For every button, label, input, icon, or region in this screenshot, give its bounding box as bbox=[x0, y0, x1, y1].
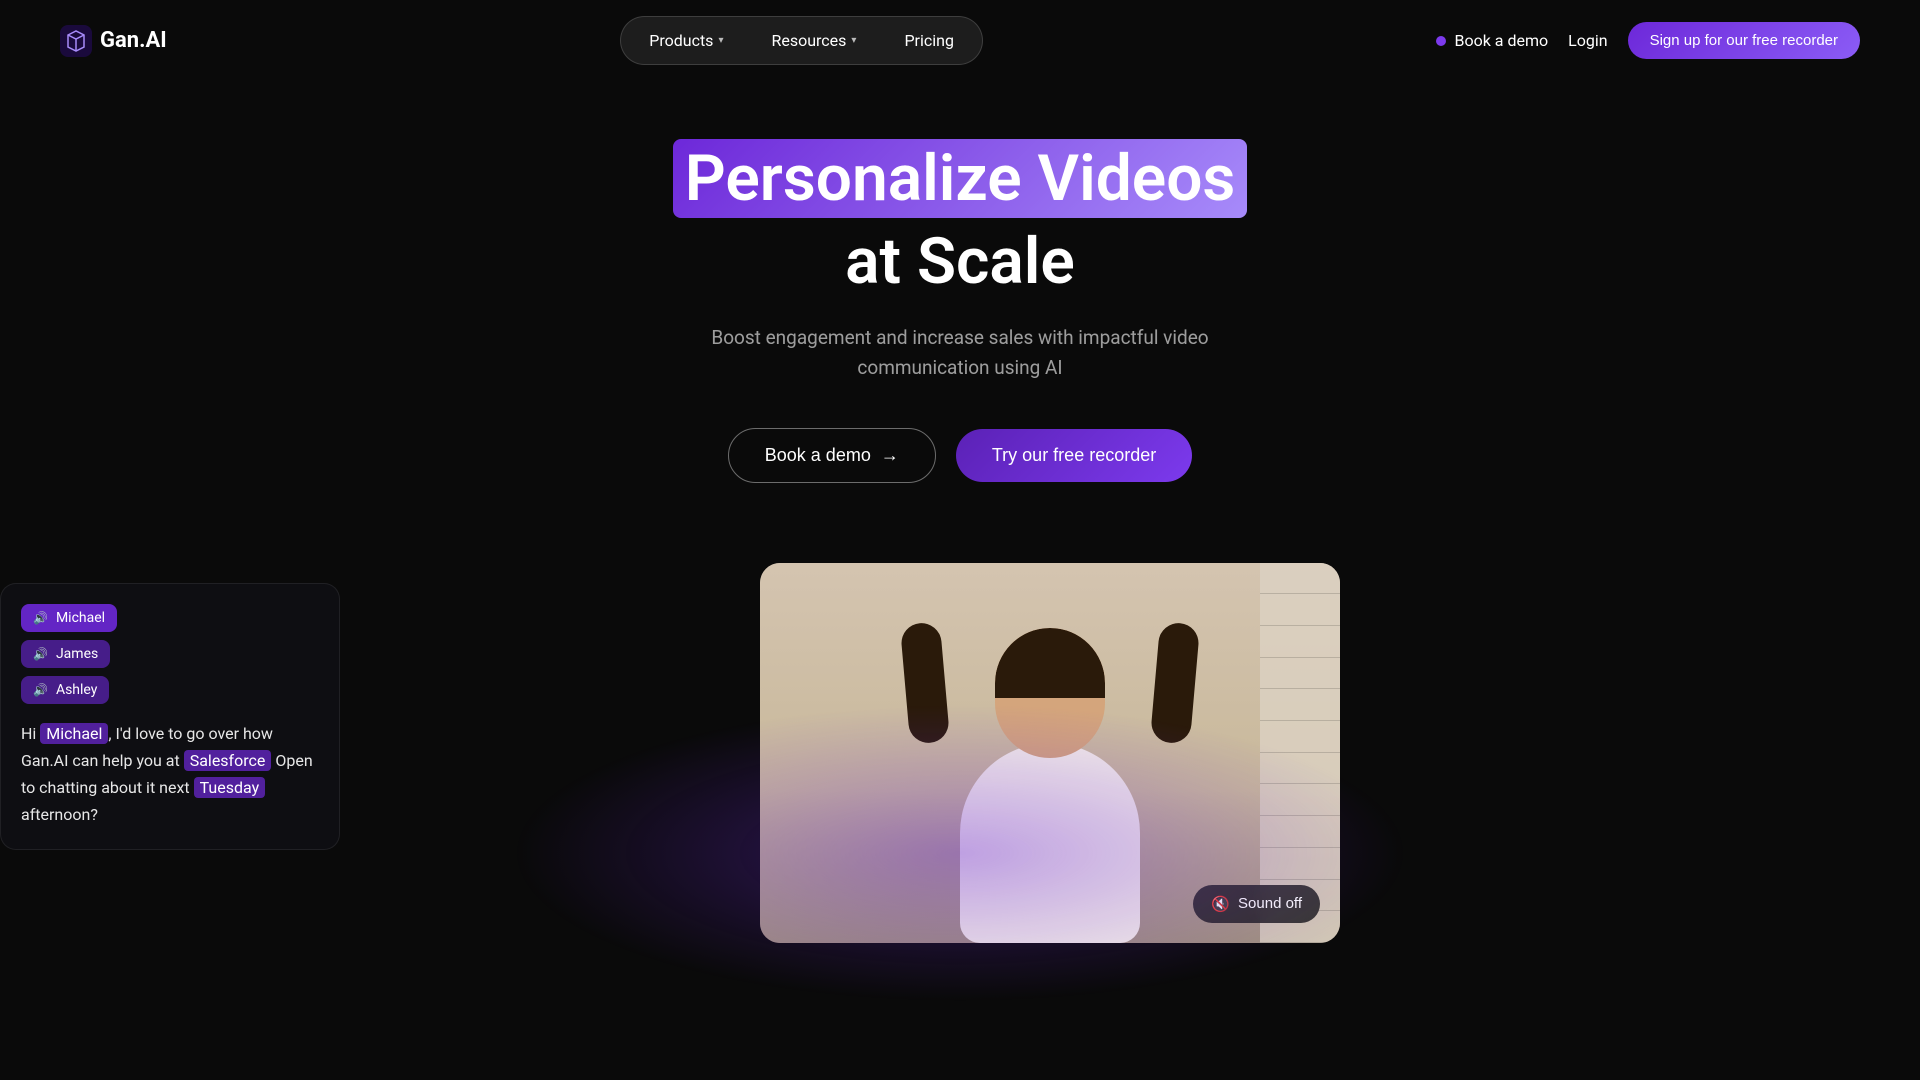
speaker-icon: 🔊 bbox=[33, 647, 48, 661]
person-body bbox=[960, 743, 1140, 943]
persona-james[interactable]: 🔊 James bbox=[21, 640, 110, 668]
blind-slat bbox=[1260, 816, 1340, 848]
persona-list: 🔊 Michael 🔊 James 🔊 Ashley bbox=[21, 604, 319, 704]
dot-icon bbox=[1436, 36, 1446, 46]
speaker-icon: 🔊 bbox=[33, 683, 48, 697]
speech-text: Hi Michael, I'd love to go over how Gan.… bbox=[21, 720, 319, 829]
person-in-video bbox=[920, 603, 1180, 943]
speech-company-highlight: Salesforce bbox=[184, 750, 272, 771]
blind-slat bbox=[1260, 689, 1340, 721]
speech-name-highlight: Michael bbox=[40, 723, 108, 744]
nav-resources[interactable]: Resources ▾ bbox=[749, 23, 878, 58]
blind-slat bbox=[1260, 594, 1340, 626]
speaker-icon: 🔊 bbox=[33, 611, 48, 625]
persona-panel: 🔊 Michael 🔊 James 🔊 Ashley Hi Michael, I… bbox=[0, 583, 340, 850]
persona-name-michael: Michael bbox=[56, 610, 105, 626]
hero-subtitle: Boost engagement and increase sales with… bbox=[20, 323, 1900, 384]
persona-michael[interactable]: 🔊 Michael bbox=[21, 604, 117, 632]
hero-title-highlight: Personalize Videos bbox=[673, 139, 1248, 218]
persona-name-james: James bbox=[56, 646, 98, 662]
nav-pricing[interactable]: Pricing bbox=[882, 23, 976, 58]
blind-slat bbox=[1260, 848, 1340, 880]
mute-icon: 🔇 bbox=[1211, 895, 1230, 913]
logo[interactable]: Gan.AI bbox=[60, 25, 167, 57]
navbar: Gan.AI Products ▾ Resources ▾ Pricing Bo… bbox=[0, 0, 1920, 81]
arrow-right-icon: → bbox=[881, 445, 899, 466]
logo-text: Gan.AI bbox=[100, 28, 167, 53]
blind-slat bbox=[1260, 626, 1340, 658]
person-head bbox=[995, 628, 1105, 758]
chevron-down-icon: ▾ bbox=[851, 35, 856, 46]
persona-name-ashley: Ashley bbox=[56, 682, 97, 698]
hero-section: Personalize Videos at Scale Boost engage… bbox=[0, 81, 1920, 523]
persona-ashley[interactable]: 🔊 Ashley bbox=[21, 676, 109, 704]
person-hair bbox=[995, 628, 1105, 698]
blind-slat bbox=[1260, 658, 1340, 690]
video-player[interactable]: 🔇 Sound off bbox=[760, 563, 1340, 943]
video-section: 🔊 Michael 🔊 James 🔊 Ashley Hi Michael, I… bbox=[0, 563, 1920, 943]
hero-title-line1: Personalize Videos bbox=[673, 141, 1248, 216]
try-recorder-button[interactable]: Try our free recorder bbox=[956, 429, 1192, 482]
signup-button[interactable]: Sign up for our free recorder bbox=[1628, 22, 1860, 59]
speech-day-highlight: Tuesday bbox=[194, 777, 266, 798]
nav-right: Book a demo Login Sign up for our free r… bbox=[1436, 22, 1860, 59]
blind-slat bbox=[1260, 784, 1340, 816]
blind-slat bbox=[1260, 563, 1340, 595]
blind-slat bbox=[1260, 721, 1340, 753]
blind-slat bbox=[1260, 753, 1340, 785]
hero-title-line2: at Scale bbox=[20, 224, 1900, 299]
nav-menu: Products ▾ Resources ▾ Pricing bbox=[620, 16, 983, 65]
chevron-down-icon: ▾ bbox=[718, 35, 723, 46]
login-button[interactable]: Login bbox=[1568, 31, 1607, 50]
hero-buttons: Book a demo → Try our free recorder bbox=[20, 428, 1900, 483]
sound-off-button[interactable]: 🔇 Sound off bbox=[1193, 885, 1320, 923]
book-demo-nav-button[interactable]: Book a demo bbox=[1436, 31, 1548, 50]
hero-title: Personalize Videos at Scale bbox=[20, 141, 1900, 299]
book-demo-button[interactable]: Book a demo → bbox=[728, 428, 936, 483]
nav-products[interactable]: Products ▾ bbox=[627, 23, 745, 58]
